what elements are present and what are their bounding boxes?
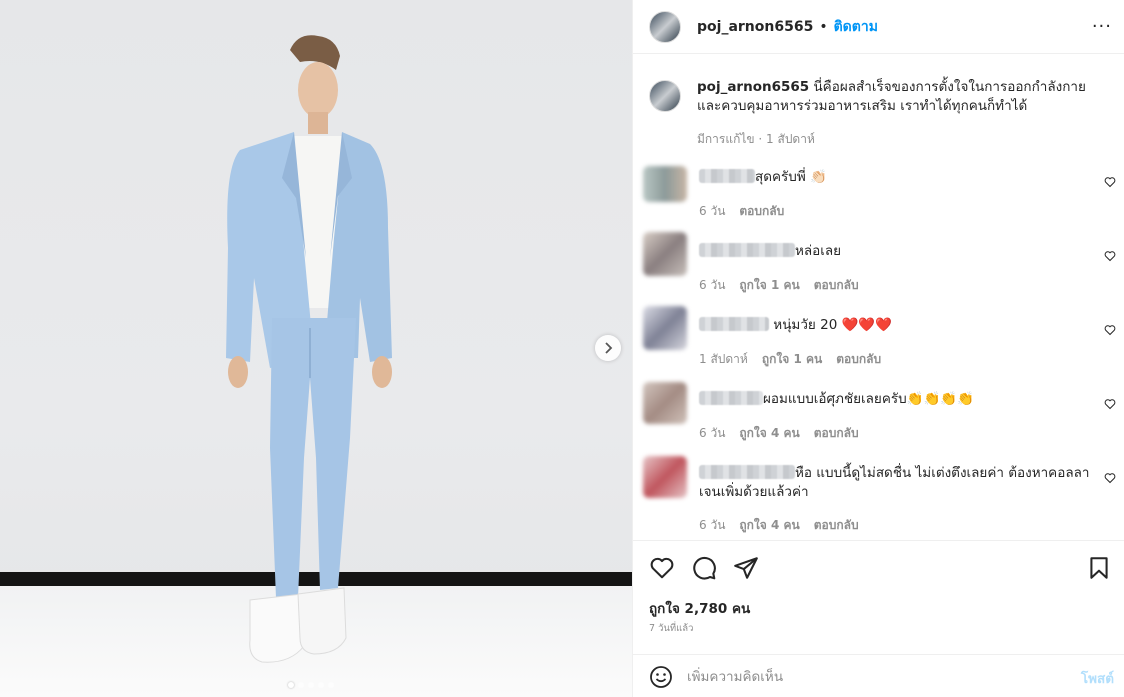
emoji-icon[interactable]	[649, 665, 673, 689]
commenter-username-blurred[interactable]	[699, 243, 795, 257]
carousel-dot[interactable]	[308, 682, 314, 688]
commenter-avatar[interactable]	[643, 456, 687, 498]
heart-icon[interactable]	[1104, 324, 1116, 336]
comment-composer: โพสต์	[633, 654, 1124, 697]
comment-meta: 6 วัน ถูกใจ 4 คน ตอบกลับ	[699, 424, 859, 443]
comment-meta: 6 วัน ถูกใจ 4 คน ตอบกลับ	[699, 516, 859, 535]
caption-meta: มีการแก้ไข · 1 สัปดาห์	[697, 132, 815, 146]
comment-time: 6 วัน	[699, 518, 726, 532]
carousel-dot[interactable]	[298, 682, 304, 688]
next-photo-button[interactable]	[595, 335, 621, 361]
commenter-username-blurred[interactable]	[699, 391, 763, 405]
reply-button[interactable]: ตอบกลับ	[814, 516, 859, 535]
author-avatar[interactable]	[649, 10, 681, 43]
comment-likes[interactable]: ถูกใจ 4 คน	[739, 424, 799, 443]
carousel-dots	[288, 682, 334, 688]
reply-button[interactable]: ตอบกลับ	[814, 276, 859, 295]
post-side-panel: poj_arnon6565 • ติดตาม ··· poj_arnon6565…	[632, 0, 1124, 697]
comment-time: 6 วัน	[699, 204, 726, 218]
commenter-username-blurred[interactable]	[699, 465, 795, 479]
commenter-username-blurred[interactable]	[699, 169, 755, 183]
man-in-blue-suit-photo	[226, 35, 392, 663]
comments-list[interactable]: poj_arnon6565 นี่คือผลสำเร็จของการตั้งใจ…	[633, 54, 1124, 540]
commenter-avatar[interactable]	[643, 306, 687, 350]
caption-username[interactable]: poj_arnon6565	[697, 79, 809, 95]
likes-count[interactable]: ถูกใจ 2,780 คน	[649, 597, 750, 619]
comment-text: หนุ่มวัย 20 ❤️❤️❤️	[769, 317, 892, 333]
post-date[interactable]: 7 วันที่แล้ว	[649, 621, 693, 636]
carousel-dot[interactable]	[318, 682, 324, 688]
share-icon[interactable]	[733, 555, 759, 581]
carousel-dot[interactable]	[288, 682, 294, 688]
comment-text: หล่อเลย	[795, 243, 842, 259]
caption-avatar[interactable]	[649, 80, 681, 112]
carousel-dot[interactable]	[328, 682, 334, 688]
chevron-right-icon	[605, 342, 613, 354]
commenter-username-blurred[interactable]	[699, 317, 769, 331]
post-caption: poj_arnon6565 นี่คือผลสำเร็จของการตั้งใจ…	[633, 54, 1124, 149]
commenter-avatar[interactable]	[643, 166, 687, 202]
comment-time: 6 วัน	[699, 278, 726, 292]
commenter-avatar[interactable]	[643, 382, 687, 424]
reply-button[interactable]: ตอบกลับ	[739, 202, 784, 221]
comment-likes[interactable]: ถูกใจ 1 คน	[762, 350, 822, 369]
heart-icon[interactable]	[1104, 250, 1116, 262]
commenter-avatar[interactable]	[643, 232, 687, 276]
comment-body: หล่อเลย	[699, 242, 1099, 261]
comment-icon[interactable]	[691, 555, 717, 581]
post-comment-button[interactable]: โพสต์	[1081, 667, 1114, 689]
comment-time: 6 วัน	[699, 426, 726, 440]
heart-icon[interactable]	[649, 555, 675, 581]
reply-button[interactable]: ตอบกลับ	[836, 350, 881, 369]
bookmark-icon[interactable]	[1086, 555, 1112, 581]
heart-icon[interactable]	[1104, 398, 1116, 410]
comment-body: สุดครับพี่ 👏🏻	[699, 168, 1099, 187]
comment-body: หนุ่มวัย 20 ❤️❤️❤️	[699, 316, 1099, 335]
comment-body: ผอมแบบเอ้ศุภชัยเลยครับ👏👏👏👏	[699, 390, 1099, 409]
more-icon[interactable]: ···	[1092, 16, 1112, 37]
comment-time: 1 สัปดาห์	[699, 352, 748, 366]
header-separator: •	[819, 18, 828, 35]
follow-button[interactable]: ติดตาม	[834, 16, 878, 38]
comment-text: สุดครับพี่ 👏🏻	[755, 169, 827, 185]
post-header: poj_arnon6565 • ติดตาม ···	[633, 0, 1124, 54]
comment-input[interactable]	[687, 663, 1047, 691]
author-username[interactable]: poj_arnon6565	[697, 19, 813, 35]
post-photo[interactable]	[0, 0, 632, 697]
comment-likes[interactable]: ถูกใจ 1 คน	[739, 276, 799, 295]
comment-meta: 1 สัปดาห์ ถูกใจ 1 คน ตอบกลับ	[699, 350, 881, 369]
reply-button[interactable]: ตอบกลับ	[814, 424, 859, 443]
comment-body: หือ แบบนี้ดูไม่สดชื่น ไม่เต่งตึงเลยค่า ต…	[699, 464, 1099, 502]
heart-icon[interactable]	[1104, 176, 1116, 188]
comment-meta: 6 วัน ถูกใจ 1 คน ตอบกลับ	[699, 276, 859, 295]
comment-meta: 6 วัน ตอบกลับ	[699, 202, 784, 221]
heart-icon[interactable]	[1104, 472, 1116, 484]
comment-likes[interactable]: ถูกใจ 4 คน	[739, 516, 799, 535]
comment-text: ผอมแบบเอ้ศุภชัยเลยครับ👏👏👏👏	[763, 391, 974, 407]
post-actions: ถูกใจ 2,780 คน 7 วันที่แล้ว	[633, 540, 1124, 664]
